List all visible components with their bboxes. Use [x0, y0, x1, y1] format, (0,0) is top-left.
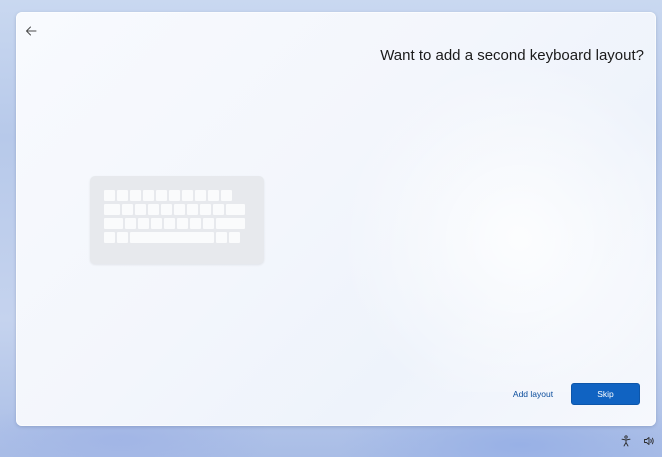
key	[104, 204, 120, 215]
volume-icon	[644, 437, 654, 445]
key	[156, 190, 167, 201]
key	[213, 204, 224, 215]
key	[138, 218, 149, 229]
back-button[interactable]	[22, 22, 40, 40]
key	[117, 190, 128, 201]
key	[143, 190, 154, 201]
spacebar-key	[130, 232, 214, 243]
setup-card: Want to add a second keyboard layout? Ad…	[16, 12, 656, 426]
key-row	[104, 204, 245, 215]
key	[104, 232, 115, 243]
key	[104, 190, 115, 201]
key	[161, 204, 172, 215]
key	[130, 190, 141, 201]
key	[151, 218, 162, 229]
keyboard-illustration	[90, 176, 264, 264]
key	[177, 218, 188, 229]
key	[216, 232, 227, 243]
key	[148, 204, 159, 215]
accessibility-button[interactable]	[619, 434, 633, 448]
key	[208, 190, 219, 201]
key	[226, 204, 245, 215]
key	[182, 190, 193, 201]
key	[216, 218, 245, 229]
key	[229, 232, 240, 243]
page-title: Want to add a second keyboard layout?	[380, 47, 644, 64]
accessibility-icon	[621, 435, 631, 447]
key	[135, 204, 146, 215]
key	[164, 218, 175, 229]
add-layout-button[interactable]: Add layout	[504, 383, 562, 405]
key	[195, 190, 206, 201]
key	[104, 218, 123, 229]
key	[125, 218, 136, 229]
key-row	[104, 232, 240, 243]
volume-button[interactable]	[642, 434, 656, 448]
key	[187, 204, 198, 215]
key	[169, 190, 180, 201]
key-row	[104, 190, 232, 201]
key	[203, 218, 214, 229]
key	[200, 204, 211, 215]
back-arrow-icon	[26, 26, 37, 36]
skip-button[interactable]: Skip	[571, 383, 640, 405]
key	[221, 190, 232, 201]
key-row	[104, 218, 245, 229]
key	[117, 232, 128, 243]
key	[190, 218, 201, 229]
card-glow	[316, 52, 656, 392]
key	[122, 204, 133, 215]
key	[174, 204, 185, 215]
